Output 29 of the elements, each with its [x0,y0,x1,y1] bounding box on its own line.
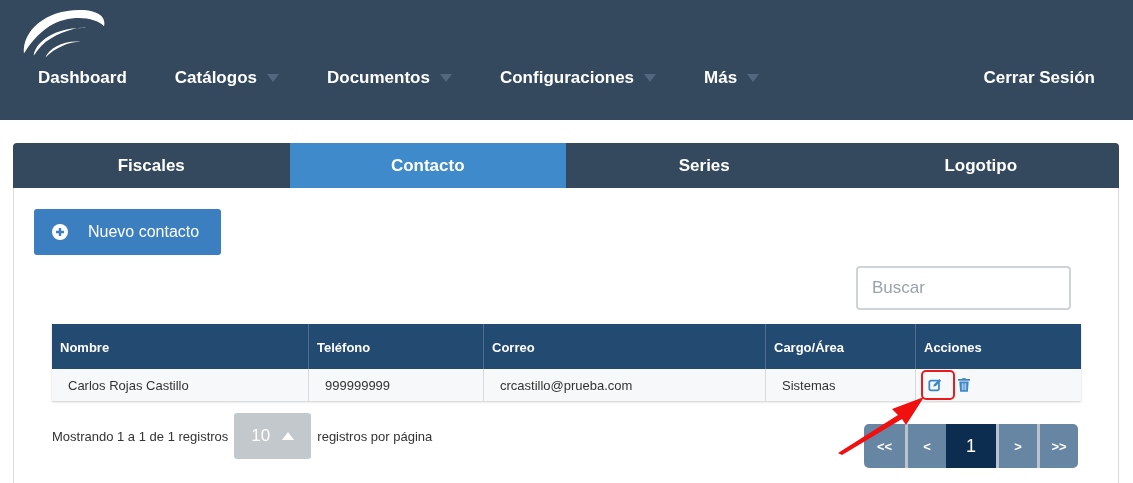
page-button[interactable]: << [864,424,905,468]
page-button[interactable]: > [996,424,1037,468]
nav-menu-item[interactable]: Más [704,68,760,88]
logout-link[interactable]: Cerrar Sesión [983,68,1095,88]
column-header: Nombre [59,339,111,357]
tab[interactable]: Fiscales [13,143,290,188]
nav-menu-item[interactable]: Documentos [327,68,452,88]
caret-icon [747,74,760,82]
page-button[interactable]: < [905,424,946,468]
showing-text: Mostrando 1 a 1 de 1 registros [52,428,229,444]
per-page-text: registros por página [317,428,433,444]
table-cell-text: Carlos Rojas Castillo [67,376,190,395]
nav-menu-item[interactable]: Catálogos [174,68,279,88]
table-cell: 999999999 [308,369,483,401]
nav-menu-item[interactable]: Dashboard [38,68,127,88]
tab[interactable]: Series [566,143,843,188]
new-contact-button[interactable]: Nuevo contacto [34,209,221,255]
table-cell: crcastillo@prueba.com [483,369,765,401]
caret-icon [282,432,295,440]
caret-icon [439,74,452,82]
plus-circle-icon [52,224,68,240]
tab[interactable]: Logotipo [842,143,1119,188]
page-button[interactable]: >> [1037,424,1078,468]
nav-menu-item[interactable]: Configuraciones [499,68,657,88]
tab[interactable]: Contacto [289,143,566,188]
search-field[interactable]: Buscar [856,266,1071,310]
caret-icon [267,74,279,82]
page-button[interactable]: 1 [946,424,996,468]
caret-icon [644,74,657,82]
